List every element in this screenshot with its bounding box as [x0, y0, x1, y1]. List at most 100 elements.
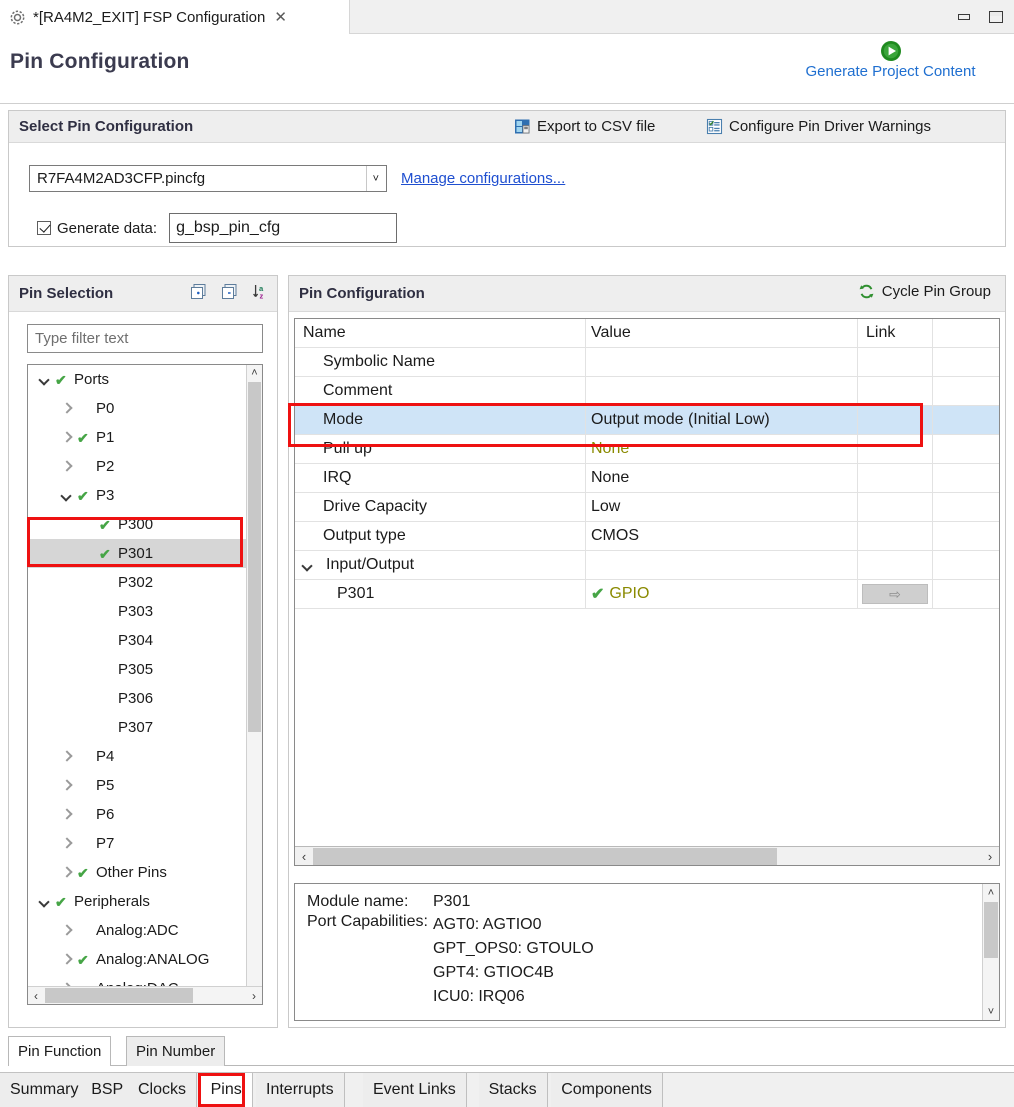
- tree-item-p0[interactable]: ✔ P0: [28, 394, 246, 423]
- cell-value[interactable]: Output mode (Initial Low): [586, 406, 858, 434]
- tree-item-p302[interactable]: ✔ P302: [28, 568, 246, 597]
- collapse-all-icon[interactable]: [221, 283, 238, 300]
- expand-all-icon[interactable]: [190, 283, 207, 300]
- table-row[interactable]: IRQ None: [295, 464, 999, 493]
- cell-value[interactable]: Low: [586, 493, 858, 521]
- maximize-icon[interactable]: [988, 10, 1004, 24]
- tree-item-peripherals[interactable]: ✔ Peripherals: [28, 887, 246, 916]
- bottom-tab-summary[interactable]: Summary: [0, 1073, 90, 1107]
- export-to-csv-button[interactable]: Export to CSV file: [514, 118, 655, 135]
- tree-item-p5[interactable]: ✔ P5: [28, 771, 246, 800]
- bottom-tab-clocks[interactable]: Clocks: [128, 1073, 198, 1107]
- bottom-tab-interrupts[interactable]: Interrupts: [256, 1073, 345, 1107]
- bottom-tab-bsp[interactable]: BSP: [81, 1073, 135, 1107]
- table-row[interactable]: Comment: [295, 377, 999, 406]
- generate-data-checkbox[interactable]: [37, 221, 51, 235]
- tree-item-other-pins[interactable]: ✔ Other Pins: [28, 858, 246, 887]
- pin-filter-input[interactable]: Type filter text: [27, 324, 263, 353]
- configure-pin-driver-warnings-button[interactable]: Configure Pin Driver Warnings: [706, 118, 931, 135]
- table-row[interactable]: Symbolic Name: [295, 348, 999, 377]
- scroll-thumb[interactable]: [248, 382, 261, 732]
- tree-item-p2[interactable]: ✔ P2: [28, 452, 246, 481]
- tree-item-p6[interactable]: ✔ P6: [28, 800, 246, 829]
- sub-tab-pin-number[interactable]: Pin Number: [126, 1036, 226, 1066]
- generate-data-input[interactable]: g_bsp_pin_cfg: [169, 213, 398, 243]
- cycle-pin-group-button[interactable]: Cycle Pin Group: [858, 283, 991, 300]
- bottom-tab-pins[interactable]: Pins: [200, 1073, 253, 1107]
- tree-item-p307[interactable]: ✔ P307: [28, 713, 246, 742]
- tree-item-p4[interactable]: ✔ P4: [28, 742, 246, 771]
- sub-tab-pin-function[interactable]: Pin Function: [8, 1036, 112, 1066]
- table-row[interactable]: Pull up None: [295, 435, 999, 464]
- cell-value[interactable]: None: [586, 435, 858, 463]
- bottom-tab-event-links[interactable]: Event Links: [363, 1073, 467, 1107]
- detail-scroll-down-icon[interactable]: ˅: [983, 1003, 999, 1020]
- tree-item-label: P303: [118, 603, 154, 620]
- tree-item-p301[interactable]: ✔ P301: [28, 539, 246, 568]
- table-scroll-left-icon[interactable]: ‹: [295, 847, 313, 865]
- cell-value[interactable]: [586, 377, 858, 405]
- cell-value[interactable]: [586, 551, 858, 579]
- tree-item-p306[interactable]: ✔ P306: [28, 684, 246, 713]
- pin-tree-horizontal-scrollbar[interactable]: ‹ ›: [28, 986, 262, 1004]
- chevron-down-icon[interactable]: [38, 373, 51, 386]
- scroll-up-icon[interactable]: ˄: [247, 365, 262, 381]
- close-icon[interactable]: ✕: [274, 8, 287, 26]
- scroll-right-icon[interactable]: ›: [246, 987, 262, 1004]
- chevron-down-icon[interactable]: [38, 895, 51, 908]
- table-row[interactable]: P301 ✔ GPIO ⇨: [295, 580, 999, 609]
- tree-item-p304[interactable]: ✔ P304: [28, 626, 246, 655]
- cell-value[interactable]: [586, 348, 858, 376]
- chevron-right-icon[interactable]: [60, 779, 73, 792]
- bottom-tab-stacks[interactable]: Stacks: [478, 1073, 548, 1107]
- detail-vertical-scrollbar[interactable]: ˄ ˅: [982, 884, 999, 1020]
- editor-tab-fsp-configuration[interactable]: *[RA4M2_EXIT] FSP Configuration ✕: [0, 0, 350, 34]
- pincfg-file-select[interactable]: R7FA4M2AD3CFP.pincfg ˅: [29, 165, 387, 192]
- detail-scroll-up-icon[interactable]: ˄: [983, 884, 999, 901]
- cell-value[interactable]: ✔ GPIO: [586, 580, 858, 608]
- chevron-right-icon[interactable]: [60, 402, 73, 415]
- pin-tree-vertical-scrollbar[interactable]: ˄ ˅: [246, 365, 262, 1004]
- link-arrow-button[interactable]: ⇨: [862, 584, 928, 604]
- tree-item-p1[interactable]: ✔ P1: [28, 423, 246, 452]
- hscroll-thumb[interactable]: [45, 988, 193, 1003]
- chevron-right-icon[interactable]: [60, 431, 73, 444]
- chevron-right-icon[interactable]: [60, 953, 73, 966]
- minimize-icon[interactable]: [956, 10, 972, 24]
- scroll-left-icon[interactable]: ‹: [28, 987, 44, 1004]
- chevron-right-icon[interactable]: [60, 924, 73, 937]
- tree-item-analog-adc[interactable]: ✔ Analog:ADC: [28, 916, 246, 945]
- tree-item-p305[interactable]: ✔ P305: [28, 655, 246, 684]
- table-row[interactable]: Drive Capacity Low: [295, 493, 999, 522]
- chevron-down-icon[interactable]: ˅: [365, 166, 382, 191]
- window-buttons: [956, 0, 1004, 34]
- chevron-right-icon[interactable]: [60, 460, 73, 473]
- table-hscroll-thumb[interactable]: [313, 848, 777, 865]
- cell-value[interactable]: None: [586, 464, 858, 492]
- table-row[interactable]: Output type CMOS: [295, 522, 999, 551]
- chevron-down-icon[interactable]: [301, 559, 314, 572]
- tree-item-p303[interactable]: ✔ P303: [28, 597, 246, 626]
- tree-item-ports[interactable]: ✔ Ports: [28, 365, 246, 394]
- cell-value[interactable]: CMOS: [586, 522, 858, 550]
- chevron-right-icon[interactable]: [60, 808, 73, 821]
- tree-item-analog-analog[interactable]: ✔ Analog:ANALOG: [28, 945, 246, 974]
- generate-project-content-button[interactable]: Generate Project Content: [783, 40, 998, 80]
- chevron-right-icon[interactable]: [60, 866, 73, 879]
- table-row[interactable]: Mode Output mode (Initial Low): [295, 406, 999, 435]
- chevron-right-icon[interactable]: [60, 837, 73, 850]
- manage-configurations-link[interactable]: Manage configurations...: [401, 170, 565, 187]
- table-horizontal-scrollbar[interactable]: ‹ ›: [295, 846, 999, 865]
- tree-item-p300[interactable]: ✔ P300: [28, 510, 246, 539]
- chevron-right-icon[interactable]: [60, 750, 73, 763]
- sort-az-icon[interactable]: a z: [252, 283, 269, 300]
- table-row[interactable]: Input/Output: [295, 551, 999, 580]
- tree-item-p3[interactable]: ✔ P3: [28, 481, 246, 510]
- pin-configuration-header: Pin Configuration Cycle Pin Group: [289, 276, 1005, 312]
- table-scroll-right-icon[interactable]: ›: [981, 847, 999, 865]
- chevron-down-icon[interactable]: [60, 489, 73, 502]
- table-header-row[interactable]: Name Value Link: [295, 319, 999, 348]
- detail-scroll-thumb[interactable]: [984, 902, 998, 958]
- bottom-tab-components[interactable]: Components: [551, 1073, 663, 1107]
- tree-item-p7[interactable]: ✔ P7: [28, 829, 246, 858]
